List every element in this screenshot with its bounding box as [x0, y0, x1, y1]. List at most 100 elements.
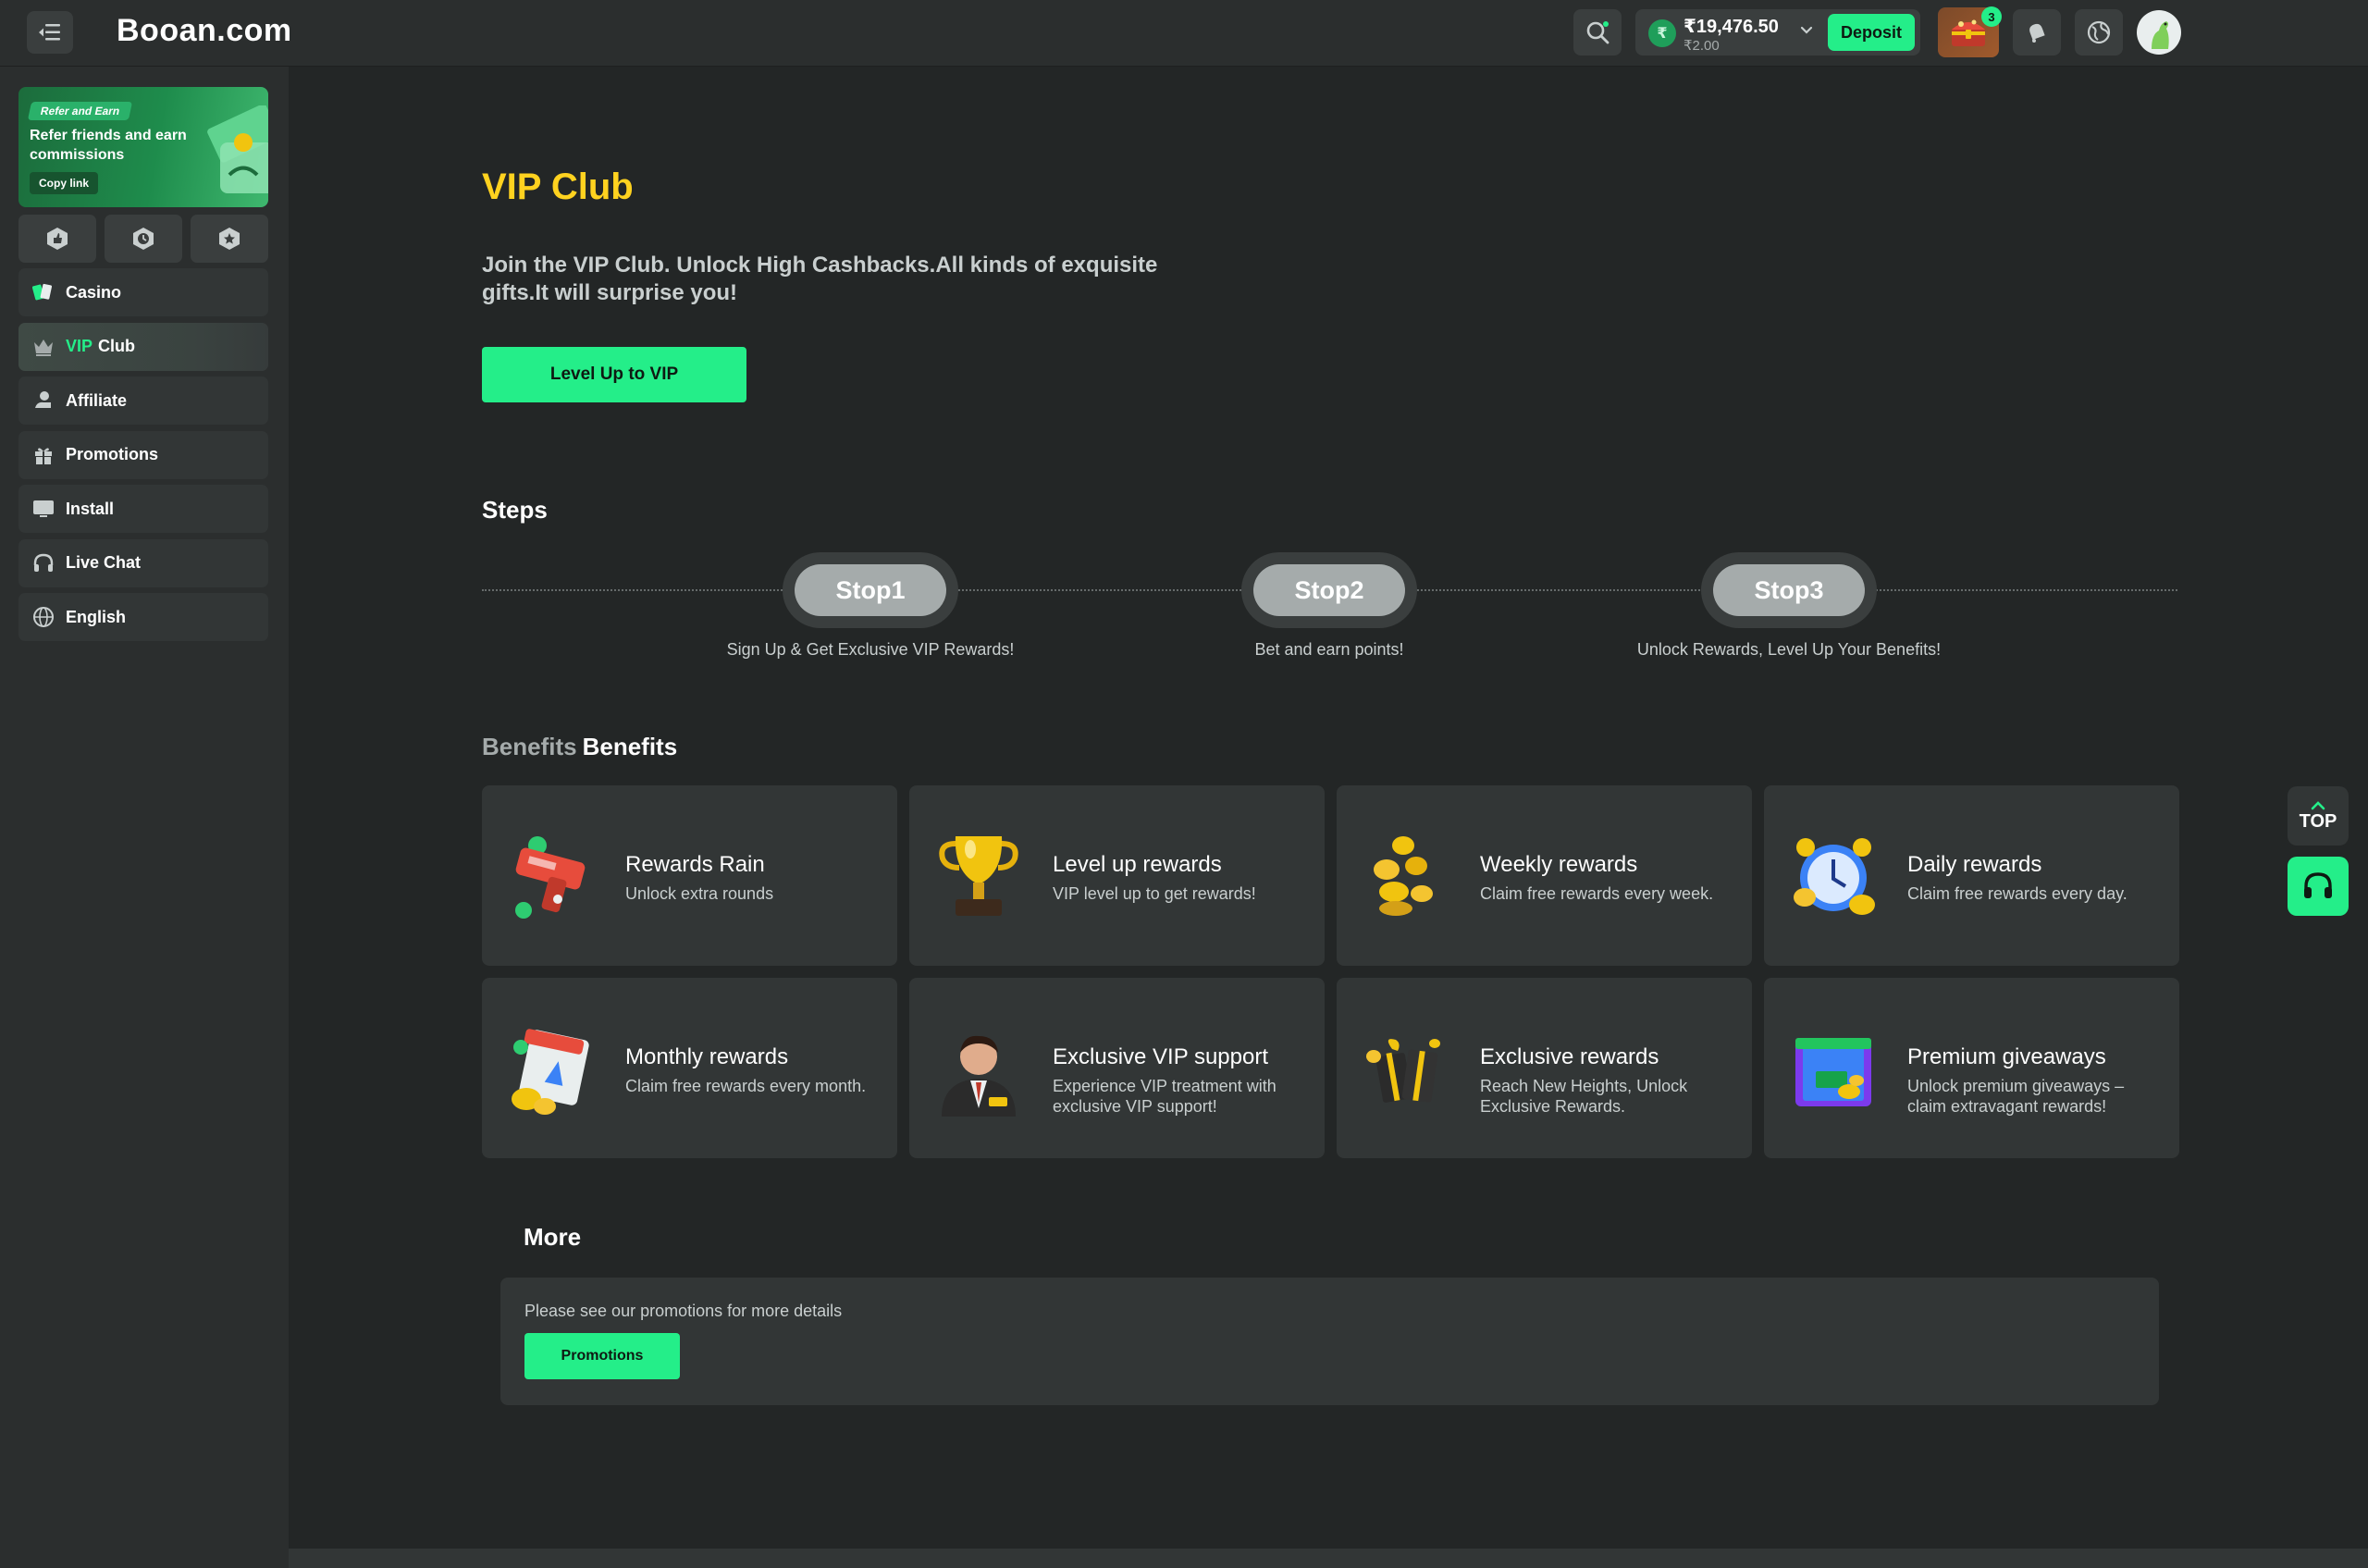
sidebar-item-label: Install: [66, 499, 115, 518]
star-icon: [219, 228, 240, 250]
benefit-card-premium-giveaways: Premium giveaways Unlock premium giveawa…: [1764, 978, 2179, 1158]
benefit-description: Reach New Heights, Unlock Exclusive Rewa…: [1480, 1077, 1688, 1116]
back-to-top-button[interactable]: TOP: [2288, 786, 2349, 846]
sidebar-item-label: English: [66, 607, 127, 626]
top-bar: Booan.com ₹ ₹19,476.50 ₹2.00 Deposit 3: [0, 0, 2368, 67]
benefit-title: Weekly rewards: [1480, 852, 1638, 877]
sidebar-item-label: Casino: [66, 282, 122, 302]
more-heading: More: [524, 1223, 582, 1251]
alarm-clock-icon: [1794, 838, 1875, 915]
benefit-description: Claim free rewards every day.: [1907, 884, 2128, 903]
chevron-up-icon: [2311, 800, 2325, 809]
step-label: Stop1: [795, 564, 946, 616]
sidebar-item-casino[interactable]: Casino: [18, 268, 268, 316]
money-gun-icon: [515, 836, 586, 919]
refer-and-earn-banner[interactable]: Refer and Earn Refer friends and earn co…: [18, 87, 268, 207]
benefits-heading-muted: Benefits: [482, 733, 577, 760]
more-panel: Please see our promotions for more detai…: [500, 1278, 2159, 1405]
user-avatar-icon: [2139, 12, 2179, 53]
language-button[interactable]: [2075, 9, 2123, 56]
step-3-description: Unlock Rewards, Level Up Your Benefits!: [1636, 640, 1942, 659]
notifications-button[interactable]: [2013, 9, 2061, 56]
benefit-description: Experience VIP treatment with exclusive …: [1053, 1077, 1276, 1116]
copy-link-button[interactable]: Copy link: [30, 172, 99, 194]
benefit-card-rewards-rain: Rewards Rain Unlock extra rounds: [482, 785, 897, 966]
site-logo[interactable]: Booan.com: [117, 13, 292, 49]
benefit-card-level-up-rewards: Level up rewards VIP level up to get rew…: [909, 785, 1325, 966]
sidebar-item-install[interactable]: Install: [18, 485, 268, 533]
monitor-icon: [32, 498, 55, 520]
casino-cards-icon: [32, 281, 55, 303]
support-chat-button[interactable]: [2288, 857, 2349, 916]
step-1-description: Sign Up & Get Exclusive VIP Rewards!: [726, 640, 1015, 659]
thumbs-up-icon: [47, 228, 68, 250]
page-title: VIP Club: [482, 167, 634, 207]
benefit-title: Premium giveaways: [1907, 1044, 2106, 1069]
sidebar-item-promotions[interactable]: Promotions: [18, 430, 268, 479]
clock-icon: [133, 228, 154, 250]
benefit-title: Monthly rewards: [625, 1044, 789, 1069]
treasure-box-icon: [1795, 1038, 1871, 1106]
benefit-card-exclusive-vip-support: Exclusive VIP support Experience VIP tre…: [909, 978, 1325, 1158]
vip-agent-icon: [942, 1035, 1016, 1117]
benefit-card-monthly-rewards: Monthly rewards Claim free rewards every…: [482, 978, 897, 1158]
headset-icon: [2304, 872, 2332, 898]
balance-amount: ₹19,476.50: [1684, 17, 1779, 37]
benefit-card-exclusive-rewards: Exclusive rewards Reach New Heights, Unl…: [1337, 978, 1752, 1158]
benefit-title: Level up rewards: [1053, 852, 1222, 877]
menu-button[interactable]: [27, 11, 73, 54]
promotions-button[interactable]: Promotions: [524, 1333, 680, 1379]
benefit-title: Exclusive VIP support: [1053, 1044, 1269, 1069]
benefits-heading: Benefits Benefits: [482, 733, 677, 761]
wallet-balance[interactable]: ₹ ₹19,476.50 ₹2.00 Deposit: [1635, 9, 1920, 56]
gift-icon: [32, 444, 55, 466]
deposit-button[interactable]: Deposit: [1828, 14, 1915, 51]
benefit-title: Rewards Rain: [625, 852, 765, 877]
chevron-down-icon[interactable]: [1796, 20, 1817, 41]
benefit-description: Unlock extra rounds: [625, 884, 774, 903]
step-2-badge: Stop2: [1241, 552, 1417, 628]
avatar[interactable]: [2137, 10, 2181, 55]
sidebar-nav: Casino VIP Club Affiliate Promotions Ins…: [18, 268, 268, 648]
level-up-to-vip-button[interactable]: Level Up to VIP: [482, 347, 746, 402]
sidebar-item-english[interactable]: English: [18, 593, 268, 641]
benefit-description: VIP level up to get rewards!: [1053, 884, 1256, 903]
crown-icon: [32, 336, 55, 358]
sidebar: Refer and Earn Refer friends and earn co…: [0, 67, 289, 1568]
notification-count-badge: 3: [1981, 6, 2002, 27]
menu-icon: [39, 24, 60, 41]
search-icon: [1586, 21, 1610, 44]
benefit-title: Exclusive rewards: [1480, 1044, 1659, 1069]
benefit-description: Unlock premium giveaways – claim extrava…: [1907, 1077, 2125, 1116]
search-button[interactable]: [1573, 9, 1622, 56]
step-2-description: Bet and earn points!: [1254, 640, 1404, 659]
benefits-heading-main: Benefits: [582, 733, 678, 760]
bell-icon: [2029, 23, 2045, 43]
step-label: Stop3: [1713, 564, 1865, 616]
benefit-card-daily-rewards: Daily rewards Claim free rewards every d…: [1764, 785, 2179, 966]
recent-button[interactable]: [105, 215, 182, 263]
sidebar-item-affiliate[interactable]: Affiliate: [18, 377, 268, 425]
trophy-icon: [939, 836, 1018, 916]
rupee-coin-icon: ₹: [1648, 19, 1676, 47]
benefit-description: Claim free rewards every week.: [1480, 884, 1714, 903]
starred-button[interactable]: [191, 215, 268, 263]
coins-icon: [1374, 836, 1433, 916]
headset-icon: [32, 552, 55, 574]
top-label: TOP: [2299, 810, 2337, 832]
sidebar-item-live-chat[interactable]: Live Chat: [18, 538, 268, 587]
quick-links: [18, 215, 268, 263]
sidebar-item-label: Affiliate: [66, 390, 128, 410]
benefit-card-weekly-rewards: Weekly rewards Claim free rewards every …: [1337, 785, 1752, 966]
benefit-title: Daily rewards: [1907, 852, 2042, 877]
step-label: Stop2: [1253, 564, 1405, 616]
sidebar-item-label: Club: [98, 337, 136, 355]
sidebar-item-vip-club[interactable]: VIP Club: [18, 322, 268, 371]
globe-icon: [32, 606, 55, 628]
refer-tag: Refer and Earn: [27, 102, 133, 120]
gift-box-icon: [1366, 1039, 1440, 1103]
step-3-badge: Stop3: [1701, 552, 1877, 628]
favorites-button[interactable]: [18, 215, 96, 263]
benefit-description: Claim free rewards every month.: [625, 1077, 867, 1095]
sidebar-item-label: Live Chat: [66, 553, 142, 572]
